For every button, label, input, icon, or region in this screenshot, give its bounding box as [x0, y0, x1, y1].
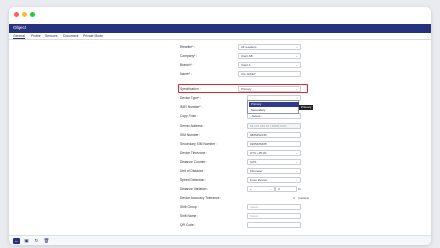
distance-variation-sign-select[interactable]: + ⌄	[247, 186, 275, 192]
name-label: Name* :	[180, 72, 192, 76]
shift-name-select[interactable]: Select	[247, 213, 301, 219]
bottom-toolbar: ← ▣ ↻ 🗑	[9, 235, 431, 245]
shift-group-label: Shift Group :	[180, 205, 199, 209]
tab-profile[interactable]: Profile	[31, 34, 41, 38]
tab-general[interactable]: General	[13, 34, 26, 39]
chevron-down-icon: ⌄	[295, 45, 298, 49]
accuracy-tolerance-label: Device Accuracy Tolerance :	[180, 196, 222, 200]
chevron-down-icon: ⌄	[295, 169, 298, 173]
chevron-down-icon: ⌄	[269, 187, 272, 191]
secondary-sim-label: Secondary SIM Number :	[180, 142, 218, 146]
speed-detection-select[interactable]: From Device ⌄	[247, 177, 301, 183]
window-title: Object	[13, 25, 27, 30]
delete-icon[interactable]: 🗑	[43, 238, 50, 244]
tab-bar: General Profile Sensors Document Private…	[9, 33, 431, 40]
chevron-down-icon: ⌄	[295, 178, 298, 182]
distance-counter-select[interactable]: GPS ⌄	[247, 159, 301, 165]
server-address-field: 53.137.246.51 / 9994(TCP)	[247, 123, 301, 129]
percent-unit: %	[298, 187, 301, 191]
device-timezone-select[interactable]: UTC +05:30 ⌄	[247, 150, 301, 156]
shift-name-label: Shift Name :	[180, 214, 199, 218]
maximize-window-button[interactable]	[30, 12, 35, 17]
secondary-sim-input[interactable]: 9265465465	[247, 141, 301, 147]
reseller-label: Reseller* :	[180, 45, 196, 49]
accuracy-tolerance-value: 0	[293, 196, 295, 200]
chevron-down-icon: ⌄	[295, 151, 298, 155]
unit-distance-label: Unit of Distance :	[180, 169, 206, 173]
device-timezone-label: Device Timezone :	[180, 151, 208, 155]
branch-label: Branch* :	[180, 63, 194, 67]
sim-number-label: SIM Number :	[180, 133, 201, 137]
branch-select[interactable]: Clent A ⌄	[238, 62, 301, 68]
company-select[interactable]: Clent AB ⌄	[238, 53, 301, 59]
shift-group-select[interactable]: Select	[247, 204, 301, 210]
chevron-down-icon: ⌄	[295, 87, 298, 91]
back-icon[interactable]: ←	[13, 238, 20, 244]
company-label: Company* :	[180, 54, 198, 58]
specification-dropdown-menu: Primary Secondary	[247, 100, 299, 114]
chevron-down-icon: ⌄	[295, 160, 298, 164]
speed-detection-label: Speed Detection :	[180, 178, 207, 182]
meters-unit: (meters)	[298, 196, 310, 200]
chevron-down-icon: ⌄	[295, 54, 298, 58]
tab-sensors[interactable]: Sensors	[45, 34, 57, 38]
server-address-label: Server Address :	[180, 124, 205, 128]
qr-code-label: QR Code :	[180, 223, 196, 227]
reseller-select[interactable]: All resellers ⌄	[238, 44, 301, 50]
app-window: Object General Profile Sensors Document …	[9, 7, 431, 245]
specification-select[interactable]: Primary ⌄	[238, 86, 301, 92]
chevron-down-icon: ⌄	[295, 63, 298, 67]
minimize-window-button[interactable]	[22, 12, 27, 17]
specification-label: Specification :	[180, 87, 201, 91]
tab-document[interactable]: Document	[63, 34, 78, 38]
save-icon[interactable]: ▣	[23, 238, 30, 244]
sim-number-input[interactable]: 9865452135	[247, 132, 301, 138]
hover-tooltip: Primary	[299, 105, 314, 110]
distance-counter-label: Distance Counter :	[180, 160, 208, 164]
name-input[interactable]: CH-JAKEY	[238, 71, 301, 77]
dropdown-option-primary[interactable]: Primary	[249, 102, 299, 107]
qr-code-input[interactable]	[247, 222, 301, 228]
tab-private-mode[interactable]: Private Mode	[83, 34, 103, 38]
unit-distance-select[interactable]: Kilometer ⌄	[247, 168, 301, 174]
copy-from-label: Copy From :	[180, 114, 199, 118]
device-type-label: Device Type* :	[180, 96, 202, 100]
close-window-button[interactable]	[14, 12, 19, 17]
imei-label: IMEI Number* :	[180, 105, 203, 109]
refresh-icon[interactable]: ↻	[33, 238, 40, 244]
dropdown-option-secondary[interactable]: Secondary	[249, 108, 299, 113]
distance-variation-input[interactable]: 0	[275, 186, 297, 192]
distance-variation-label: Distance Variation :	[180, 187, 209, 191]
window-titlebar: Object	[9, 24, 431, 33]
